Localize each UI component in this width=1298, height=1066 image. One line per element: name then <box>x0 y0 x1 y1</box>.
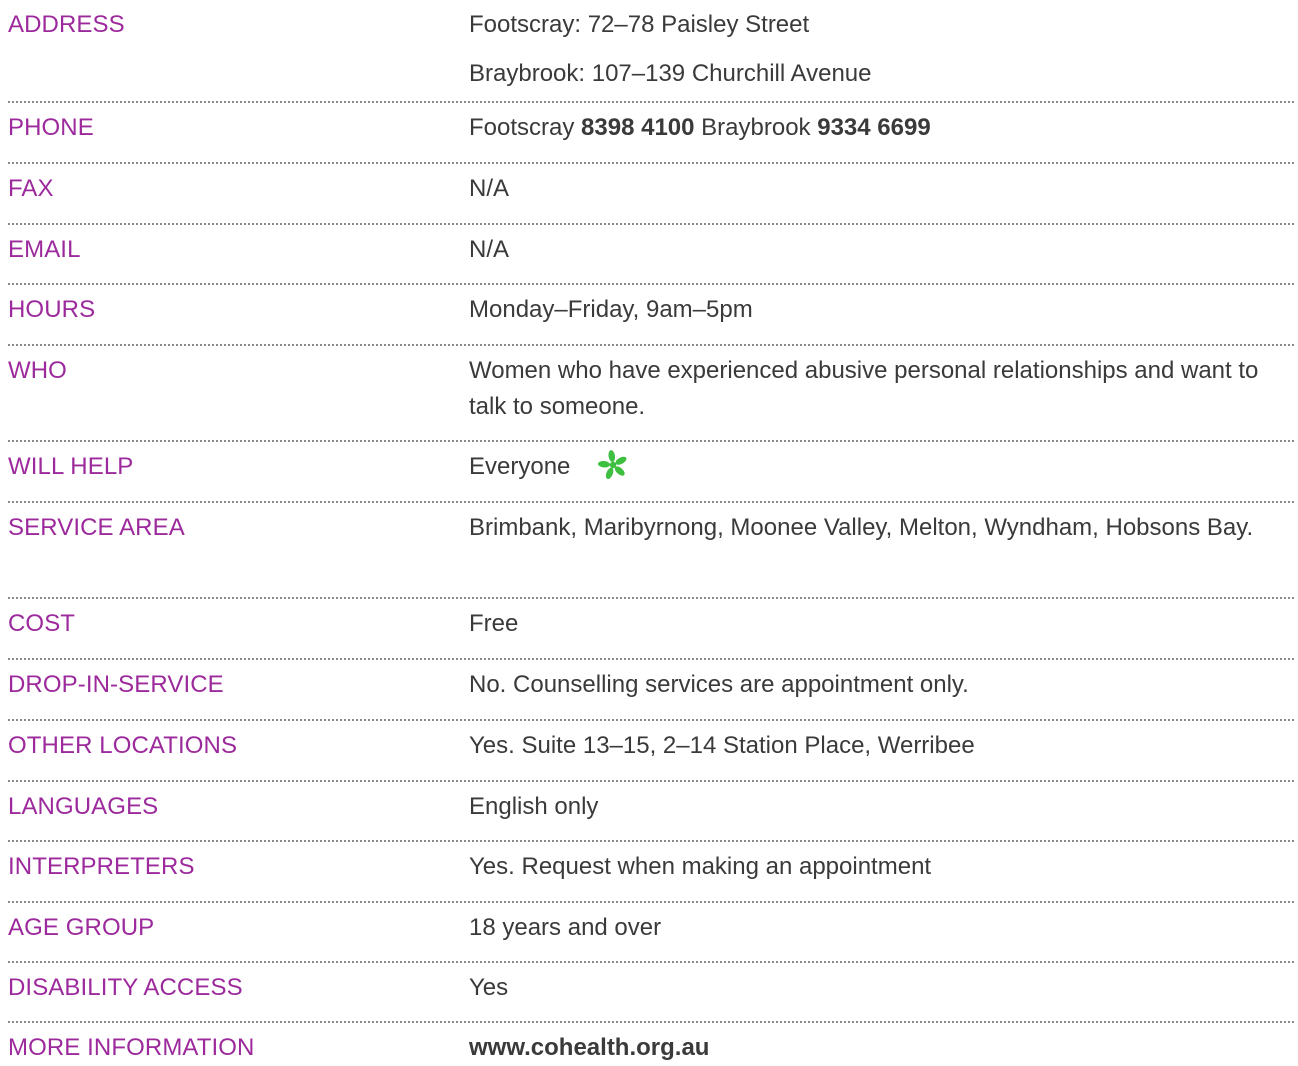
row-label: WILL HELP <box>8 453 134 480</box>
row-fax: FAX N/A <box>8 164 1294 225</box>
phone-number-braybrook[interactable]: 9334 6699 <box>817 114 930 141</box>
row-label: HOURS <box>8 296 96 323</box>
row-age-group: AGE GROUP 18 years and over <box>8 903 1294 963</box>
row-value: Everyone <box>469 442 1294 485</box>
row-value: Monday–Friday, 9am–5pm <box>469 296 753 323</box>
row-label: MORE INFORMATION <box>8 1034 255 1061</box>
row-disability-access: DISABILITY ACCESS Yes <box>8 963 1294 1023</box>
row-label: AGE GROUP <box>8 914 155 941</box>
row-hours: HOURS Monday–Friday, 9am–5pm <box>8 285 1294 346</box>
phone-location-footscray: Footscray <box>469 114 575 141</box>
row-value: Free <box>469 610 519 637</box>
row-value: 18 years and over <box>469 914 662 941</box>
row-address: ADDRESS Footscray: 72–78 Paisley Street … <box>8 0 1294 103</box>
row-label: INTERPRETERS <box>8 853 195 880</box>
row-who: WHO Women who have experienced abusive p… <box>8 346 1294 442</box>
row-value: Yes <box>469 974 509 1001</box>
row-label: DROP-IN-SERVICE <box>8 671 224 698</box>
row-more-information: MORE INFORMATION www.cohealth.org.au <box>8 1023 1294 1063</box>
row-label: DISABILITY ACCESS <box>8 974 243 1001</box>
row-service-area: SERVICE AREA Brimbank, Maribyrnong, Moon… <box>8 503 1294 599</box>
row-label: WHO <box>8 357 67 384</box>
address-footscray: Footscray: 72–78 Paisley Street <box>469 11 810 38</box>
row-value: No. Counselling services are appointment… <box>469 671 969 698</box>
row-value: English only <box>469 793 599 820</box>
row-value: Footscray 8398 4100 Braybrook 9334 6699 <box>469 103 1294 146</box>
phone-number-footscray[interactable]: 8398 4100 <box>581 114 694 141</box>
row-label: LANGUAGES <box>8 793 159 820</box>
row-value: N/A <box>469 236 510 263</box>
row-languages: LANGUAGES English only <box>8 782 1294 842</box>
row-label: FAX <box>8 175 54 202</box>
row-email: EMAIL N/A <box>8 225 1294 285</box>
row-drop-in-service: DROP-IN-SERVICE No. Counselling services… <box>8 660 1294 721</box>
phone-location-braybrook: Braybrook <box>701 114 811 141</box>
row-label: COST <box>8 610 76 637</box>
row-will-help: WILL HELP Everyone <box>8 442 1294 503</box>
row-value: N/A <box>469 175 510 202</box>
row-label: ADDRESS <box>8 11 125 38</box>
row-label: OTHER LOCATIONS <box>8 732 238 759</box>
website-link[interactable]: www.cohealth.org.au <box>469 1034 709 1061</box>
row-value: Footscray: 72–78 Paisley Street Braybroo… <box>469 0 1294 92</box>
will-help-text: Everyone <box>469 453 571 480</box>
row-value: Women who have experienced abusive perso… <box>469 357 1259 420</box>
row-cost: COST Free <box>8 599 1294 660</box>
row-phone: PHONE Footscray 8398 4100 Braybrook 9334… <box>8 103 1294 164</box>
row-label: EMAIL <box>8 236 81 263</box>
row-interpreters: INTERPRETERS Yes. Request when making an… <box>8 842 1294 903</box>
row-value: Yes. Request when making an appointment <box>469 853 932 880</box>
row-value: Yes. Suite 13–15, 2–14 Station Place, We… <box>469 732 975 759</box>
row-label: SERVICE AREA <box>8 514 185 541</box>
row-value: www.cohealth.org.au <box>469 1023 1294 1066</box>
address-braybrook: Braybrook: 107–139 Churchill Avenue <box>469 60 872 87</box>
row-value: Brimbank, Maribyrnong, Moonee Valley, Me… <box>469 514 1254 541</box>
green-asterisk-icon <box>598 449 627 479</box>
row-label: PHONE <box>8 114 94 141</box>
service-details-table: ADDRESS Footscray: 72–78 Paisley Street … <box>8 0 1294 1063</box>
row-other-locations: OTHER LOCATIONS Yes. Suite 13–15, 2–14 S… <box>8 721 1294 782</box>
